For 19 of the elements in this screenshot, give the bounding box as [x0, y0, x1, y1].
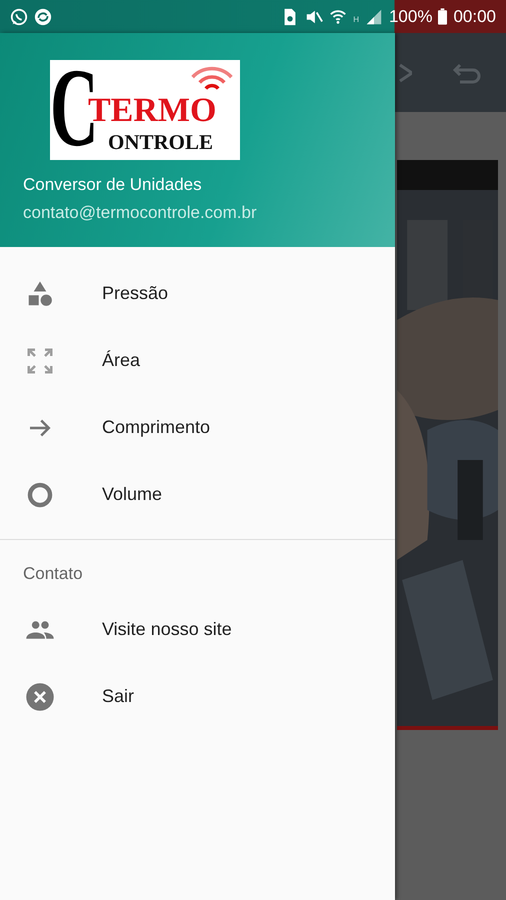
- menu-item[interactable]: Volume: [0, 461, 395, 528]
- menu-item[interactable]: Área: [0, 327, 395, 394]
- clock: 00:00: [453, 6, 496, 26]
- close-icon: [25, 682, 55, 712]
- network-type: H: [353, 14, 359, 24]
- expand-icon: [25, 346, 55, 376]
- wifi-icon: [329, 8, 348, 26]
- contact-email: contato@termocontrole.com.br: [23, 203, 258, 223]
- menu-item[interactable]: Sair: [0, 663, 395, 730]
- app-name: Conversor de Unidades: [23, 175, 203, 195]
- battery-icon: [438, 8, 448, 25]
- menu-item[interactable]: Visite nosso site: [0, 596, 395, 663]
- menu-item[interactable]: Pressão: [0, 260, 395, 327]
- signal-icon: [364, 8, 383, 26]
- menu-item[interactable]: Comprimento: [0, 394, 395, 461]
- section-title: Contato: [22, 563, 84, 585]
- battery-level: 100%: [388, 6, 432, 26]
- sync-icon: [34, 8, 52, 26]
- chat-icon: [10, 8, 28, 26]
